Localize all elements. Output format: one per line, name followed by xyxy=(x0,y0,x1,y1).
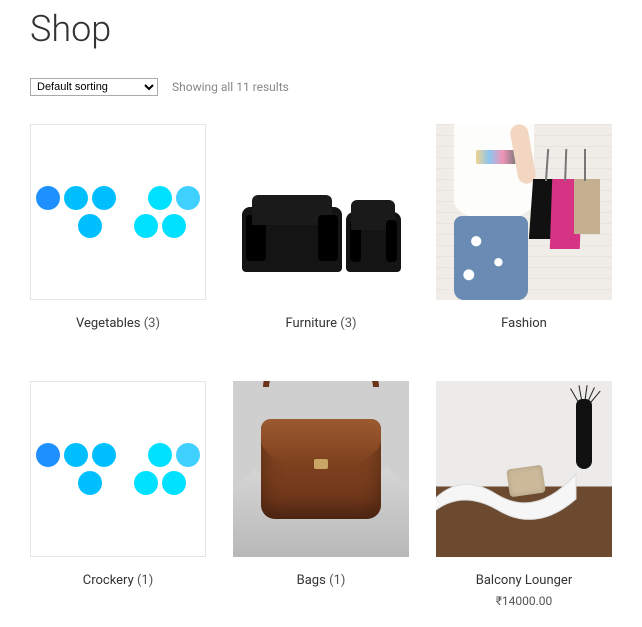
card-title: Fashion xyxy=(436,316,612,331)
card-title: Furniture (3) xyxy=(233,316,409,331)
card-title: Bags (1) xyxy=(233,573,409,588)
thumbnail-lounger xyxy=(436,381,612,557)
card-title: Balcony Lounger xyxy=(436,573,612,588)
card-count: (1) xyxy=(329,573,345,588)
card-title: Vegetables (3) xyxy=(30,316,206,331)
card-title: Crockery (1) xyxy=(30,573,206,588)
card-name: Crockery xyxy=(83,573,134,588)
result-count: Showing all 11 results xyxy=(172,80,289,94)
card-name: Bags xyxy=(297,573,326,588)
shop-toolbar: Default sorting Showing all 11 results xyxy=(30,78,612,96)
thumbnail-fashion xyxy=(436,124,612,300)
thumbnail-furniture xyxy=(233,124,409,300)
thumbnail-bags xyxy=(233,381,409,557)
sort-select[interactable]: Default sorting xyxy=(30,78,158,96)
card-name: Fashion xyxy=(501,316,547,331)
card-count: (3) xyxy=(144,316,160,331)
thumbnail-placeholder xyxy=(30,381,206,557)
product-card-balcony-lounger[interactable]: Balcony Lounger ₹14000.00 xyxy=(436,381,612,627)
category-card-vegetables[interactable]: Vegetables (3) xyxy=(30,124,206,331)
card-count: (1) xyxy=(137,573,153,588)
card-name: Balcony Lounger xyxy=(476,573,572,588)
category-card-crockery[interactable]: Crockery (1) xyxy=(30,381,206,627)
category-card-furniture[interactable]: Furniture (3) xyxy=(233,124,409,331)
product-price: ₹14000.00 xyxy=(436,594,612,608)
category-card-bags[interactable]: Bags (1) xyxy=(233,381,409,627)
page-title: Shop xyxy=(30,8,612,50)
product-grid: Vegetables (3) Furniture (3) xyxy=(30,124,612,627)
card-name: Vegetables xyxy=(76,316,140,331)
thumbnail-placeholder xyxy=(30,124,206,300)
card-name: Furniture xyxy=(285,316,337,331)
card-count: (3) xyxy=(340,316,356,331)
category-card-fashion[interactable]: Fashion xyxy=(436,124,612,331)
